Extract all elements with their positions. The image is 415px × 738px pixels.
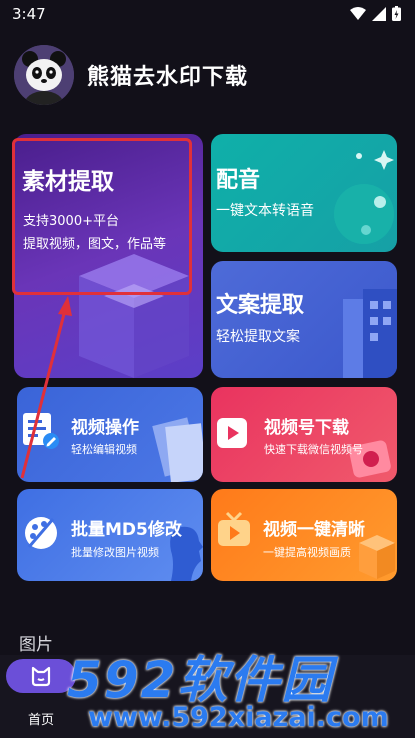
tab-home-label: 首页 (28, 713, 55, 728)
watermark: 592软件园 www.592xiazai.com (62, 640, 412, 738)
home-cat-icon (31, 666, 51, 687)
images-section-label: 图片 (19, 635, 53, 655)
annotation-arrow (20, 296, 72, 479)
watermark-url: www.592xiazai.com (88, 702, 389, 733)
